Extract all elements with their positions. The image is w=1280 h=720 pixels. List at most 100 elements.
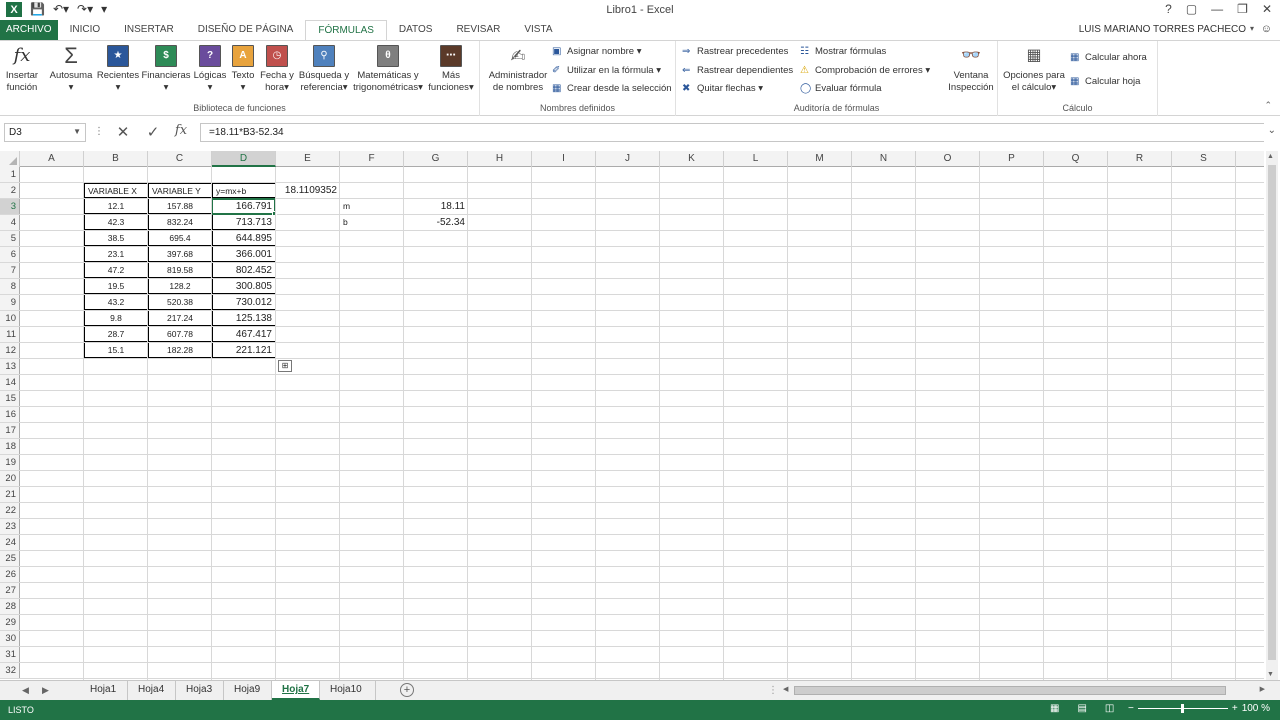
column-header-k[interactable]: K xyxy=(660,151,724,167)
row-header-27[interactable]: 27 xyxy=(0,583,20,598)
user-name[interactable]: LUIS MARIANO TORRES PACHECO xyxy=(1079,24,1246,35)
sheet-tab-hoja3[interactable]: Hoja3 xyxy=(176,681,224,700)
cell-c4[interactable]: 832.24 xyxy=(148,215,212,230)
recientes-button[interactable]: ★ Recientes ▾ xyxy=(96,45,140,94)
column-header-d[interactable]: D xyxy=(212,151,276,167)
row-header-3[interactable]: 3 xyxy=(0,199,20,214)
feedback-smile-icon[interactable]: ☺ xyxy=(1261,23,1272,35)
calcular-ahora-button[interactable]: ▦ Calcular ahora xyxy=(1070,51,1147,65)
tab-inicio[interactable]: INICIO xyxy=(58,20,113,40)
column-header-n[interactable]: N xyxy=(852,151,916,167)
row-header-18[interactable]: 18 xyxy=(0,439,20,454)
cell-d6[interactable]: 366.001 xyxy=(212,247,276,262)
row-header-5[interactable]: 5 xyxy=(0,231,20,246)
column-header-i[interactable]: I xyxy=(532,151,596,167)
cell-c3[interactable]: 157.88 xyxy=(148,199,212,214)
row-header-6[interactable]: 6 xyxy=(0,247,20,262)
sheet-tab-hoja1[interactable]: Hoja1 xyxy=(80,681,128,700)
insert-function-icon[interactable]: fx xyxy=(170,123,192,138)
sheet-tab-hoja7[interactable]: Hoja7 xyxy=(272,681,320,700)
row-header-14[interactable]: 14 xyxy=(0,375,20,390)
financieras-button[interactable]: $ Financieras ▾ xyxy=(140,45,192,94)
cell-c12[interactable]: 182.28 xyxy=(148,343,212,358)
row-header-20[interactable]: 20 xyxy=(0,471,20,486)
cell-b3[interactable]: 12.1 xyxy=(84,199,148,214)
cell-f4[interactable]: b xyxy=(340,215,404,230)
cell-c11[interactable]: 607.78 xyxy=(148,327,212,342)
column-header-p[interactable]: P xyxy=(980,151,1044,167)
cell-c10[interactable]: 217.24 xyxy=(148,311,212,326)
zoom-out-icon[interactable]: − xyxy=(1128,703,1134,714)
scroll-down-icon[interactable]: ▼ xyxy=(1267,671,1274,678)
row-header-7[interactable]: 7 xyxy=(0,263,20,278)
tab-datos[interactable]: DATOS xyxy=(387,20,445,40)
opciones-calculo-button[interactable]: ▦ Opciones para el cálculo▾ xyxy=(1002,45,1066,94)
expand-formula-bar-icon[interactable]: ⌄ xyxy=(1268,125,1276,136)
cell-b4[interactable]: 42.3 xyxy=(84,215,148,230)
name-box[interactable]: D3 ▼ xyxy=(4,123,86,142)
cell-d5[interactable]: 644.895 xyxy=(212,231,276,246)
cell-d10[interactable]: 125.138 xyxy=(212,311,276,326)
cell-c2[interactable]: VARIABLE Y xyxy=(148,183,212,198)
cell-b6[interactable]: 23.1 xyxy=(84,247,148,262)
cell-g4[interactable]: -52.34 xyxy=(404,215,468,230)
rastrear-precedentes-button[interactable]: ⇒ Rastrear precedentes xyxy=(682,45,788,59)
column-header-f[interactable]: F xyxy=(340,151,404,167)
logicas-button[interactable]: ? Lógicas ▾ xyxy=(192,45,228,94)
tab-vista[interactable]: VISTA xyxy=(512,20,564,40)
formula-input[interactable]: =18.11*B3-52.34 xyxy=(200,123,1264,142)
row-header-24[interactable]: 24 xyxy=(0,535,20,550)
quick-analysis-icon[interactable]: ⊞ xyxy=(278,360,292,372)
page-break-icon[interactable]: ◫ xyxy=(1105,703,1114,714)
row-header-32[interactable]: 32 xyxy=(0,663,20,678)
scroll-right-icon[interactable]: ▶ xyxy=(1260,685,1265,693)
tab-file[interactable]: ARCHIVO xyxy=(0,20,58,40)
sheet-tab-hoja4[interactable]: Hoja4 xyxy=(128,681,176,700)
row-header-8[interactable]: 8 xyxy=(0,279,20,294)
comprobacion-errores-button[interactable]: ⚠ Comprobación de errores ▾ xyxy=(800,64,930,78)
matematicas-button[interactable]: θ Matemáticas y trigonométricas▾ xyxy=(352,45,424,94)
help-icon[interactable]: ? xyxy=(1165,2,1172,16)
row-header-19[interactable]: 19 xyxy=(0,455,20,470)
insertar-funcion-button[interactable]: fx Insertar función xyxy=(2,45,42,94)
column-header-j[interactable]: J xyxy=(596,151,660,167)
crear-seleccion-button[interactable]: ▦ Crear desde la selección xyxy=(552,82,672,96)
row-header-29[interactable]: 29 xyxy=(0,615,20,630)
column-header-h[interactable]: H xyxy=(468,151,532,167)
row-header-31[interactable]: 31 xyxy=(0,647,20,662)
row-header-26[interactable]: 26 xyxy=(0,567,20,582)
row-header-28[interactable]: 28 xyxy=(0,599,20,614)
cell-b12[interactable]: 15.1 xyxy=(84,343,148,358)
formula-bar-splitter[interactable]: ⋮ xyxy=(94,126,104,137)
cell-b8[interactable]: 19.5 xyxy=(84,279,148,294)
row-header-1[interactable]: 1 xyxy=(0,167,20,182)
cell-g3[interactable]: 18.11 xyxy=(404,199,468,214)
mas-funciones-button[interactable]: ⋯ Más funciones▾ xyxy=(426,45,476,94)
rastrear-dependientes-button[interactable]: ⇐ Rastrear dependientes xyxy=(682,64,793,78)
row-header-25[interactable]: 25 xyxy=(0,551,20,566)
column-header-e[interactable]: E xyxy=(276,151,340,167)
ventana-inspeccion-button[interactable]: 👓 Ventana Inspección xyxy=(944,45,998,94)
asignar-nombre-button[interactable]: ▣ Asignar nombre ▾ xyxy=(552,45,641,59)
column-header-o[interactable]: O xyxy=(916,151,980,167)
busqueda-referencia-button[interactable]: ⚲ Búsqueda y referencia▾ xyxy=(296,45,352,94)
chevron-down-icon[interactable]: ▾ xyxy=(1250,24,1254,33)
tab-insertar[interactable]: INSERTAR xyxy=(112,20,186,40)
row-header-13[interactable]: 13 xyxy=(0,359,20,374)
row-header-16[interactable]: 16 xyxy=(0,407,20,422)
minimize-icon[interactable]: — xyxy=(1211,2,1223,16)
mostrar-formulas-button[interactable]: ☷ Mostrar fórmulas xyxy=(800,45,886,59)
tab-diseno[interactable]: DISEÑO DE PÁGINA xyxy=(186,20,306,40)
column-header-s[interactable]: S xyxy=(1172,151,1236,167)
row-header-12[interactable]: 12 xyxy=(0,343,20,358)
scroll-up-icon[interactable]: ▲ xyxy=(1267,153,1274,160)
administrador-nombres-button[interactable]: ✍ Administrador de nombres xyxy=(484,45,552,94)
column-header-b[interactable]: B xyxy=(84,151,148,167)
zoom-level[interactable]: 100 % xyxy=(1242,703,1270,714)
zoom-in-icon[interactable]: + xyxy=(1232,703,1238,714)
vertical-scroll-thumb[interactable] xyxy=(1268,165,1276,660)
cell-d9[interactable]: 730.012 xyxy=(212,295,276,310)
vertical-scrollbar[interactable]: ▲ ▼ xyxy=(1266,151,1278,680)
cell-c5[interactable]: 695.4 xyxy=(148,231,212,246)
fecha-hora-button[interactable]: ◷ Fecha y hora▾ xyxy=(258,45,296,94)
